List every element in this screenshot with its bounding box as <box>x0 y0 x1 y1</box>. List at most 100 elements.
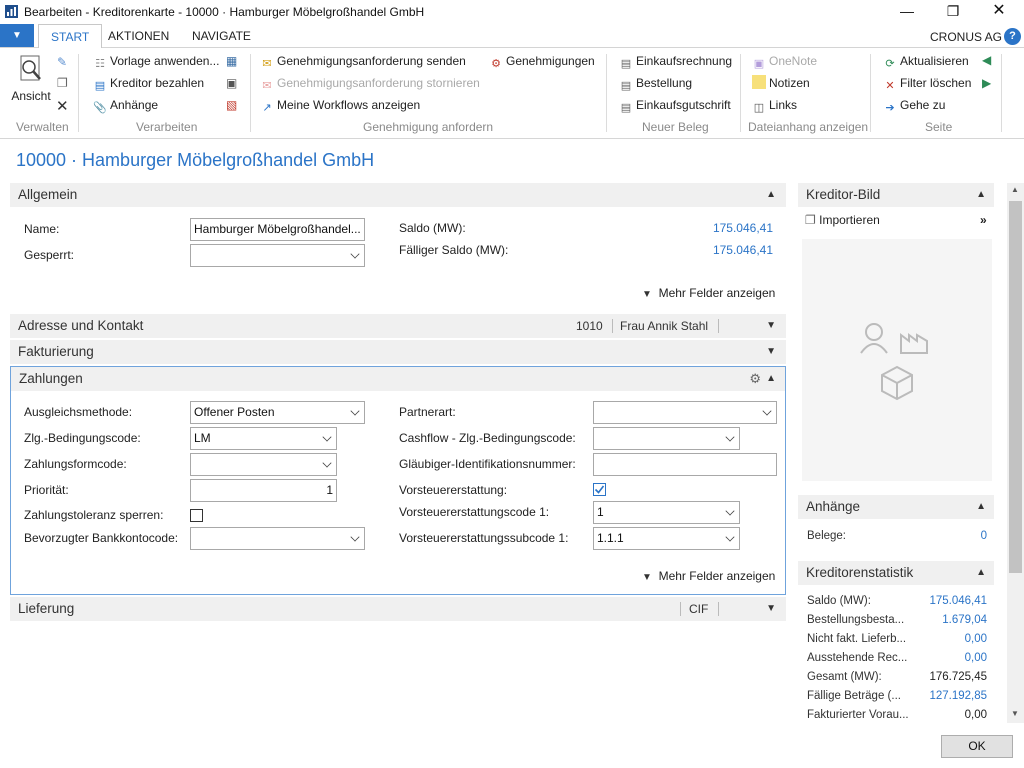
edit-pencil-icon[interactable]: ✎ <box>57 55 67 69</box>
importieren-button[interactable]: ❐ Importieren <box>805 213 880 227</box>
stat-row-value[interactable]: 127.192,85 <box>907 690 987 702</box>
cashflow-dropdown[interactable] <box>593 427 740 450</box>
checkmark-icon <box>594 485 605 494</box>
stat-row-value[interactable]: 1.679,04 <box>907 614 987 626</box>
genehmigung-senden-button[interactable]: ✉ Genehmigungsanforderung senden <box>260 52 465 70</box>
more-actions-icon[interactable]: » <box>980 213 987 227</box>
collapse-chevron-icon[interactable]: ▲ <box>976 183 986 207</box>
new-document-icon[interactable]: ❐ <box>57 76 68 90</box>
zahlungsformcode-dropdown[interactable] <box>190 453 337 476</box>
vorsteuererstattung-checkbox[interactable] <box>593 483 606 496</box>
bedingungscode-dropdown[interactable]: LM <box>190 427 337 450</box>
stat-row-value[interactable]: 0,00 <box>907 633 987 645</box>
contact-card-icon[interactable]: ▣ <box>226 76 237 90</box>
ribbon-divider <box>606 54 607 132</box>
close-window-button[interactable]: ✕ <box>976 0 1022 24</box>
genehmigung-stornieren-button[interactable]: ✉ Genehmigungsanforderung stornieren <box>260 74 479 92</box>
scroll-up-icon[interactable]: ▲ <box>1011 185 1019 194</box>
factbox-scrollbar[interactable]: ▲ ▼ <box>1007 183 1024 723</box>
faellig-value-link[interactable]: 175.046,41 <box>640 243 773 257</box>
factbox-header-statistik[interactable]: Kreditorenstatistik ▲ <box>798 561 994 585</box>
maximize-button[interactable]: ❐ <box>930 0 976 24</box>
previous-record-icon[interactable]: ◀ <box>982 53 991 67</box>
tab-navigate[interactable]: NAVIGATE <box>180 24 263 48</box>
vorlage-anwenden-button[interactable]: ☷ Vorlage anwenden... <box>93 52 219 70</box>
chevron-down-icon: ▼ <box>642 289 652 300</box>
ausgleichsmethode-dropdown[interactable]: Offener Posten <box>190 401 365 424</box>
section-header-adresse[interactable]: Adresse und Kontakt 1010 Frau Annik Stah… <box>10 314 786 338</box>
factbox-header-bild[interactable]: Kreditor-Bild ▲ <box>798 183 994 207</box>
factbox-title: Kreditor-Bild <box>806 187 881 202</box>
gutschrift-label: Einkaufsgutschrift <box>636 98 731 112</box>
collapse-chevron-icon[interactable]: ▲ <box>766 367 776 391</box>
gehe-zu-button[interactable]: ➔ Gehe zu <box>883 96 945 114</box>
ansicht-button[interactable]: Ansicht <box>10 54 52 103</box>
links-button[interactable]: ◫ Links <box>752 96 797 114</box>
bestellung-button[interactable]: ▤ Bestellung <box>619 74 692 92</box>
report-icon[interactable]: ▧ <box>226 98 237 112</box>
tab-start[interactable]: START <box>38 24 103 49</box>
ok-button[interactable]: OK <box>941 735 1013 758</box>
gesperrt-dropdown[interactable] <box>190 244 365 267</box>
zahlungstoleranz-checkbox[interactable] <box>190 509 203 522</box>
aktualisieren-button[interactable]: ⟳ Aktualisieren <box>883 52 969 70</box>
stat-row-value[interactable]: 0,00 <box>907 652 987 664</box>
minimize-button[interactable]: — <box>884 0 930 24</box>
anhaenge-button[interactable]: 📎 Anhänge <box>93 96 158 114</box>
section-title: Fakturierung <box>18 344 94 359</box>
contact-summary: Frau Annik Stahl <box>620 319 709 333</box>
einkaufsrechnung-button[interactable]: ▤ Einkaufsrechnung <box>619 52 732 70</box>
onenote-button[interactable]: ▣ OneNote <box>752 52 817 70</box>
notizen-button[interactable]: Notizen <box>752 74 810 92</box>
section-header-allgemein[interactable]: Allgemein ▲ <box>10 183 786 207</box>
belege-label: Belege: <box>807 530 847 542</box>
partnerart-dropdown[interactable] <box>593 401 777 424</box>
chevron-down-icon <box>725 432 735 442</box>
more-fields-zahlungen[interactable]: ▼ Mehr Felder anzeigen <box>642 569 775 583</box>
credit-memo-icon: ▤ <box>620 102 632 114</box>
ribbon-divider <box>740 54 741 132</box>
name-field[interactable]: Hamburger Möbelgroßhandel... <box>190 218 365 241</box>
collapse-chevron-icon[interactable]: ▲ <box>976 561 986 585</box>
scroll-down-icon[interactable]: ▼ <box>1011 709 1019 718</box>
customize-gear-icon[interactable]: ⚙ <box>749 367 761 391</box>
vorsteuercode-dropdown[interactable]: 1 <box>593 501 740 524</box>
section-header-zahlungen[interactable]: Zahlungen ⚙ ▲ <box>11 367 785 391</box>
filter-loeschen-button[interactable]: ✕ Filter löschen <box>883 74 971 92</box>
send-approval-icon: ✉ <box>262 58 272 70</box>
einkaufsgutschrift-button[interactable]: ▤ Einkaufsgutschrift <box>619 96 731 114</box>
stat-row-value[interactable]: 175.046,41 <box>907 595 987 607</box>
expand-chevron-icon[interactable]: ▼ <box>766 597 776 621</box>
expand-chevron-icon[interactable]: ▼ <box>766 340 776 364</box>
collapse-chevron-icon[interactable]: ▲ <box>766 183 776 207</box>
approvals-icon: ⚙ <box>491 58 501 70</box>
expand-chevron-icon[interactable]: ▼ <box>766 314 776 338</box>
kreditor-bezahlen-button[interactable]: ▤ Kreditor bezahlen <box>93 74 204 92</box>
belege-value-link[interactable]: 0 <box>930 530 987 542</box>
delete-x-icon[interactable]: ✕ <box>56 97 69 115</box>
section-header-fakturierung[interactable]: Fakturierung ▼ <box>10 340 786 364</box>
more-fields-allgemein[interactable]: ▼ Mehr Felder anzeigen <box>642 286 775 300</box>
aktualisieren-label: Aktualisieren <box>900 54 969 68</box>
section-header-lieferung[interactable]: Lieferung CIF ▼ <box>10 597 786 621</box>
genehmigungen-button[interactable]: ⚙ Genehmigungen <box>489 52 595 70</box>
dimensions-icon[interactable]: ▦ <box>226 54 237 68</box>
glaeubiger-field[interactable] <box>593 453 777 476</box>
stat-row-label: Saldo (MW): <box>807 595 871 607</box>
tab-aktionen[interactable]: AKTIONEN <box>96 24 181 48</box>
meine-workflows-button[interactable]: ↗ Meine Workflows anzeigen <box>260 96 420 114</box>
application-menu-button[interactable]: ▼ <box>0 24 34 47</box>
next-record-icon[interactable]: ▶ <box>982 76 991 90</box>
company-name[interactable]: CRONUS AG <box>930 30 1002 44</box>
bankkontocode-dropdown[interactable] <box>190 527 365 550</box>
divider <box>612 319 613 333</box>
collapse-chevron-icon[interactable]: ▲ <box>976 495 986 519</box>
scrollbar-thumb[interactable] <box>1009 201 1022 573</box>
stat-row-label: Nicht fakt. Lieferb... <box>807 633 907 645</box>
saldo-value-link[interactable]: 175.046,41 <box>640 221 773 235</box>
factbox-header-anhaenge[interactable]: Anhänge ▲ <box>798 495 994 519</box>
einkaufsrechnung-label: Einkaufsrechnung <box>636 54 733 68</box>
vorsteuersubcode-dropdown[interactable]: 1.1.1 <box>593 527 740 550</box>
prioritaet-field[interactable]: 1 <box>190 479 337 502</box>
help-icon[interactable]: ? <box>1004 28 1021 45</box>
